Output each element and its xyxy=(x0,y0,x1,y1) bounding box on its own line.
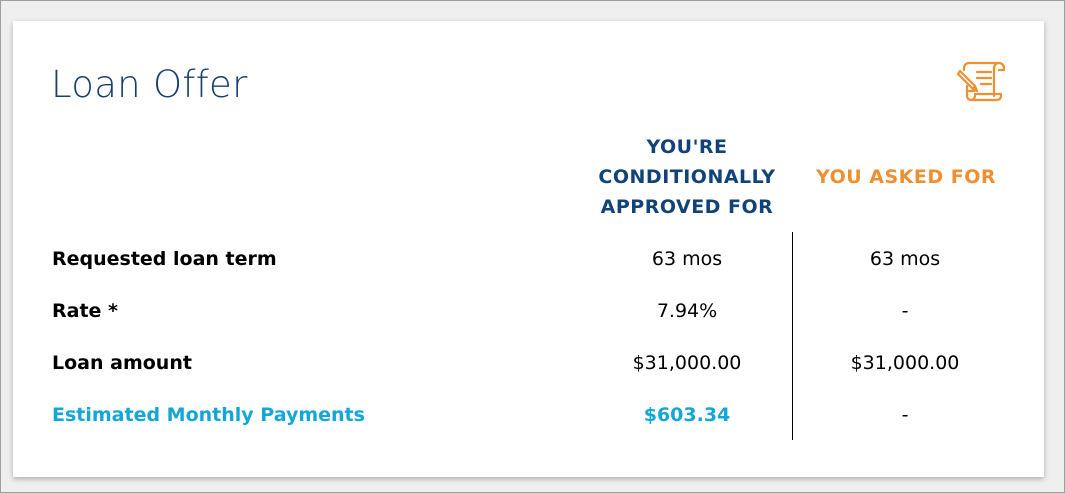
approved-loan-amount: $31,000.00 xyxy=(632,352,742,374)
contract-scroll-icon xyxy=(956,61,1006,102)
row-label-monthly-payments: Estimated Monthly Payments xyxy=(52,404,365,426)
approved-column-header: YOU'RE CONDITIONALLY APPROVED FOR xyxy=(598,136,776,218)
asked-monthly-payment: - xyxy=(901,404,909,426)
row-label-rate: Rate * xyxy=(52,300,118,322)
loan-offer-card: Loan Offer YOU'RE CONDITIONALLY APPROVED… xyxy=(13,21,1044,477)
asked-column-header: YOU ASKED FOR xyxy=(815,166,996,188)
row-label-loan-term: Requested loan term xyxy=(52,248,277,270)
approved-monthly-payment: $603.34 xyxy=(643,404,731,426)
column-divider xyxy=(792,232,793,440)
asked-rate: - xyxy=(901,300,909,322)
approved-rate: 7.94% xyxy=(656,300,718,322)
row-label-loan-amount: Loan amount xyxy=(52,352,192,374)
card-title: Loan Offer xyxy=(51,63,248,106)
asked-loan-term: 63 mos xyxy=(869,248,941,270)
asked-loan-amount: $31,000.00 xyxy=(850,352,960,374)
approved-loan-term: 63 mos xyxy=(651,248,723,270)
